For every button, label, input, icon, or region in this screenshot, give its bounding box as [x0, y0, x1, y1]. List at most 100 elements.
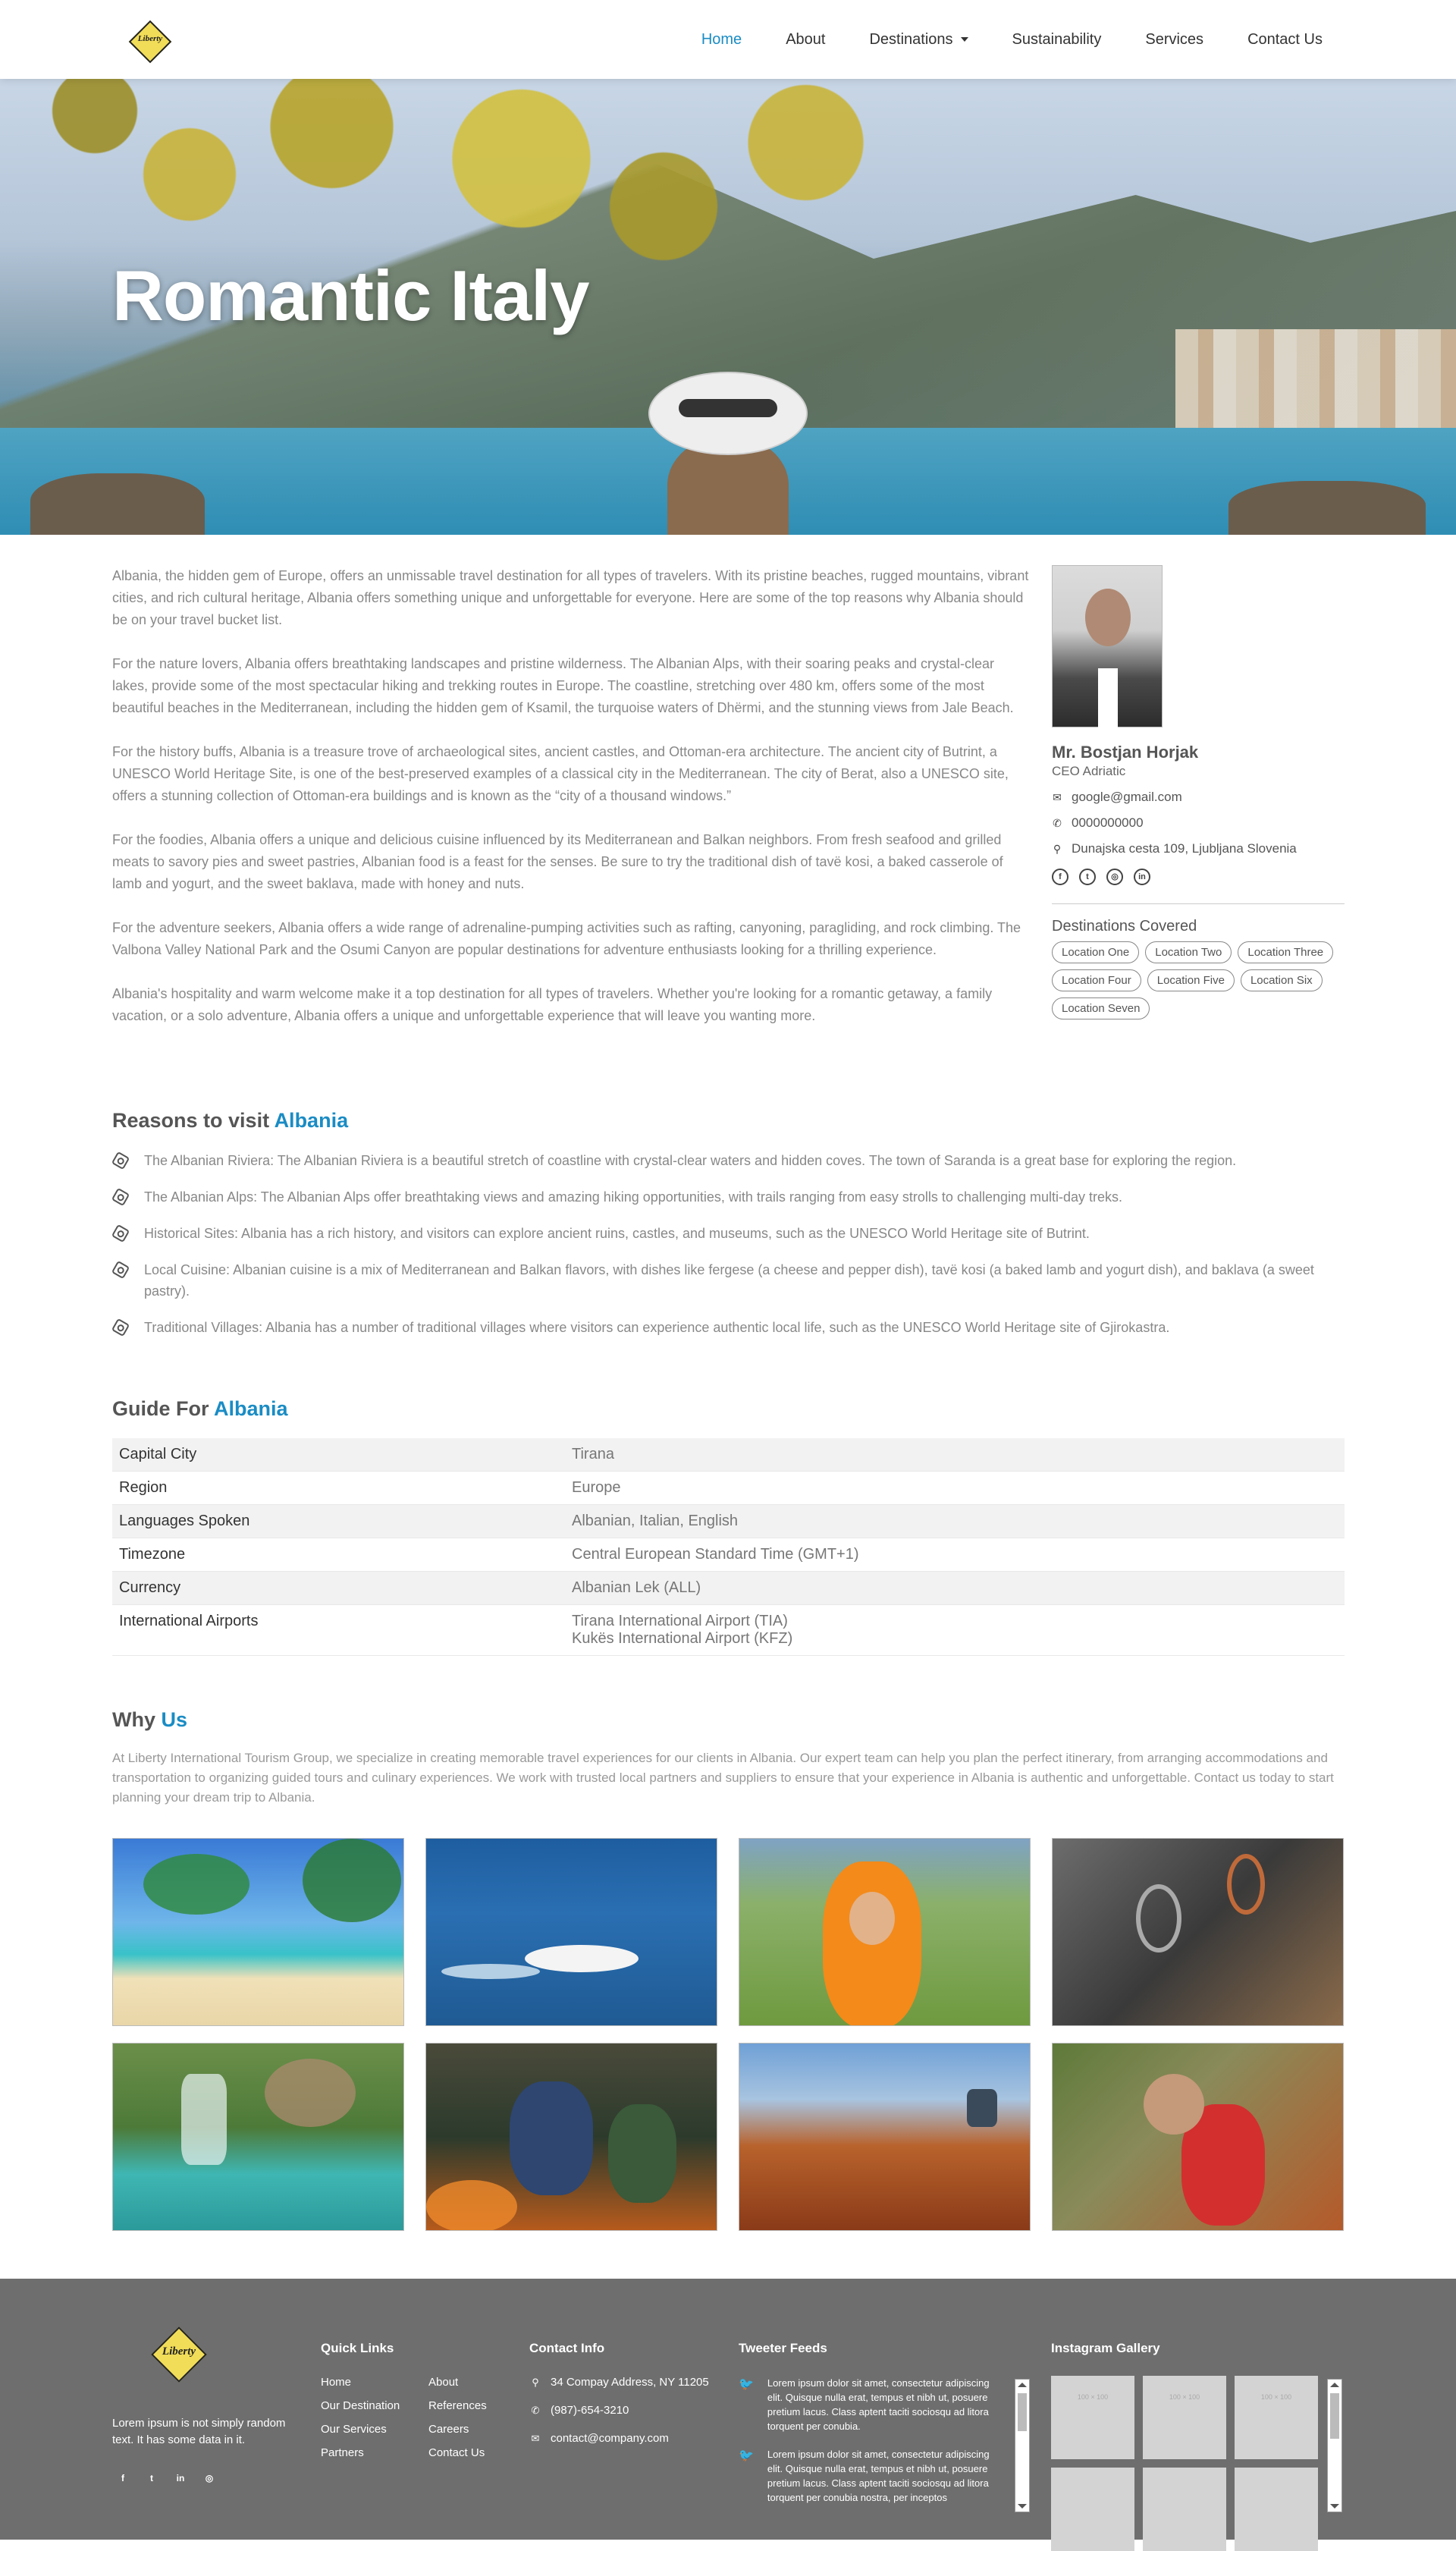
gallery-image-climbing-gear[interactable]	[1052, 1838, 1344, 2026]
scroll-down-icon[interactable]	[1018, 2504, 1027, 2509]
gallery-image-beach[interactable]	[112, 1838, 404, 2026]
nav-services[interactable]: Services	[1145, 31, 1203, 49]
waterfall-shape	[181, 2074, 227, 2165]
hexagon-icon	[111, 1260, 130, 1280]
scroll-up-icon[interactable]	[1018, 2383, 1027, 2387]
contact-phone-row[interactable]: ✆ 0000000000	[1052, 815, 1345, 831]
face-shape	[849, 1892, 895, 1945]
carabiner-shape	[1136, 1884, 1181, 1953]
instagram-icon[interactable]: ◎	[1106, 869, 1123, 885]
facebook-icon[interactable]: f	[115, 2471, 130, 2486]
person-shape	[510, 2081, 593, 2195]
list-item: Traditional Villages: Albania has a numb…	[111, 1317, 1345, 1338]
gallery-image-cliff-hiker[interactable]	[1052, 2043, 1344, 2231]
linkedin-icon[interactable]: in	[1134, 869, 1150, 885]
footer-link[interactable]: About	[428, 2376, 519, 2389]
footer-address-row: ⚲ 34 Compay Address, NY 11205	[529, 2376, 709, 2389]
gallery-image-waterfall[interactable]	[112, 2043, 404, 2231]
instagram-photo[interactable]: 100 × 100	[1143, 2376, 1226, 2459]
site-logo[interactable]: Liberty	[128, 20, 172, 64]
destination-tag[interactable]: Location One	[1052, 941, 1140, 963]
contact-email-row[interactable]: ✉ google@gmail.com	[1052, 790, 1345, 805]
tweet-text: Lorem ipsum dolor sit amet, consectetur …	[767, 2449, 990, 2503]
fire-shape	[426, 2180, 517, 2230]
instagram-photo[interactable]	[1051, 2468, 1134, 2551]
linkedin-icon[interactable]: in	[173, 2471, 188, 2486]
scroll-down-icon[interactable]	[1330, 2504, 1339, 2509]
gallery-image-canyon[interactable]	[739, 2043, 1031, 2231]
nav-about[interactable]: About	[786, 31, 825, 49]
gallery-image-boat[interactable]	[425, 1838, 717, 2026]
nav-sustainability[interactable]: Sustainability	[1012, 31, 1102, 49]
tweets-scrollbar[interactable]	[1015, 2379, 1030, 2512]
footer-link[interactable]: Partners	[321, 2446, 428, 2459]
footer-links-grid: Home About Our Destination References Ou…	[321, 2376, 519, 2459]
instagram-photo[interactable]	[1235, 2468, 1318, 2551]
nav-home[interactable]: Home	[701, 31, 742, 49]
guide-key: Region	[112, 1471, 565, 1505]
nav-contact-us[interactable]: Contact Us	[1247, 31, 1323, 49]
instagram-photo[interactable]: 100 × 100	[1051, 2376, 1134, 2459]
head-shape	[1144, 2074, 1204, 2135]
contact-phone[interactable]: 0000000000	[1072, 815, 1144, 831]
contact-address-row: ⚲ Dunajska cesta 109, Ljubljana Slovenia	[1052, 841, 1345, 856]
destination-tag[interactable]: Location Three	[1238, 941, 1334, 963]
reasons-heading: Reasons to visit Albania	[112, 1109, 348, 1133]
footer-link[interactable]: Home	[321, 2376, 428, 2389]
footer-link[interactable]: References	[428, 2399, 519, 2412]
instagram-icon[interactable]: ◎	[202, 2471, 217, 2486]
footer-logo[interactable]: Liberty	[149, 2324, 209, 2385]
phone-icon: ✆	[531, 2404, 540, 2416]
destination-tag[interactable]: Location Six	[1240, 969, 1323, 991]
footer-phone[interactable]: (987)-654-3210	[551, 2404, 629, 2417]
envelope-icon: ✉	[1053, 791, 1062, 803]
scroll-up-icon[interactable]	[1330, 2383, 1339, 2387]
tweet-text: Lorem ipsum dolor sit amet, consectetur …	[767, 2377, 990, 2432]
guide-key: Languages Spoken	[112, 1504, 565, 1538]
logo-text: Liberty	[137, 34, 163, 43]
footer-email-row[interactable]: ✉ contact@company.com	[529, 2432, 709, 2445]
gallery-image-campfire[interactable]	[425, 2043, 717, 2231]
instagram-photo[interactable]: 100 × 100	[1235, 2376, 1318, 2459]
contact-social-links: f t ◎ in	[1052, 869, 1345, 885]
divider	[1052, 903, 1345, 904]
scroll-thumb[interactable]	[1018, 2393, 1027, 2431]
reasons-heading-highlight: Albania	[274, 1109, 349, 1132]
twitter-icon[interactable]: t	[1079, 869, 1096, 885]
table-row: Currency Albanian Lek (ALL)	[112, 1571, 1345, 1605]
destination-tag[interactable]: Location Two	[1145, 941, 1232, 963]
contact-role: CEO Adriatic	[1052, 764, 1126, 778]
footer-link[interactable]: Contact Us	[428, 2446, 519, 2459]
footer-email[interactable]: contact@company.com	[551, 2432, 669, 2445]
reason-text: Traditional Villages: Albania has a numb…	[144, 1320, 1170, 1335]
nav-destinations[interactable]: Destinations	[869, 31, 968, 49]
hero-urn-left-image	[30, 473, 205, 535]
table-row: Timezone Central European Standard Time (…	[112, 1538, 1345, 1572]
twitter-icon[interactable]: t	[144, 2471, 159, 2486]
contact-address: Dunajska cesta 109, Ljubljana Slovenia	[1072, 841, 1297, 856]
destination-tag[interactable]: Location Four	[1052, 969, 1141, 991]
footer-link[interactable]: Our Services	[321, 2423, 428, 2436]
footer-quick-links-title: Quick Links	[321, 2341, 394, 2355]
gallery-image-hiker[interactable]	[739, 1838, 1031, 2026]
instagram-photo[interactable]	[1143, 2468, 1226, 2551]
twitter-icon: 🐦	[739, 2449, 754, 2462]
destination-tag[interactable]: Location Five	[1147, 969, 1235, 991]
why-heading: Why Us	[112, 1708, 187, 1732]
footer-phone-row[interactable]: ✆ (987)-654-3210	[529, 2404, 709, 2417]
map-pin-icon: ⚲	[1053, 843, 1062, 855]
footer-link[interactable]: Careers	[428, 2423, 519, 2436]
destinations-tags: Location One Location Two Location Three…	[1052, 941, 1345, 1019]
facebook-icon[interactable]: f	[1052, 869, 1068, 885]
instagram-scrollbar[interactable]	[1327, 2379, 1342, 2512]
scroll-thumb[interactable]	[1330, 2393, 1339, 2439]
guide-value: Tirana International Airport (TIA) Kukës …	[565, 1604, 1345, 1656]
map-pin-icon: ⚲	[532, 2376, 539, 2388]
footer-link[interactable]: Our Destination	[321, 2399, 428, 2412]
guide-value-line: Tirana International Airport (TIA)	[572, 1613, 788, 1629]
hexagon-icon	[111, 1224, 130, 1243]
intro-paragraph: For the foodies, Albania offers a unique…	[112, 832, 1003, 891]
contact-email[interactable]: google@gmail.com	[1072, 790, 1182, 805]
footer-contact-info: Contact Info ⚲ 34 Compay Address, NY 1120…	[529, 2341, 709, 2460]
destination-tag[interactable]: Location Seven	[1052, 997, 1150, 1019]
